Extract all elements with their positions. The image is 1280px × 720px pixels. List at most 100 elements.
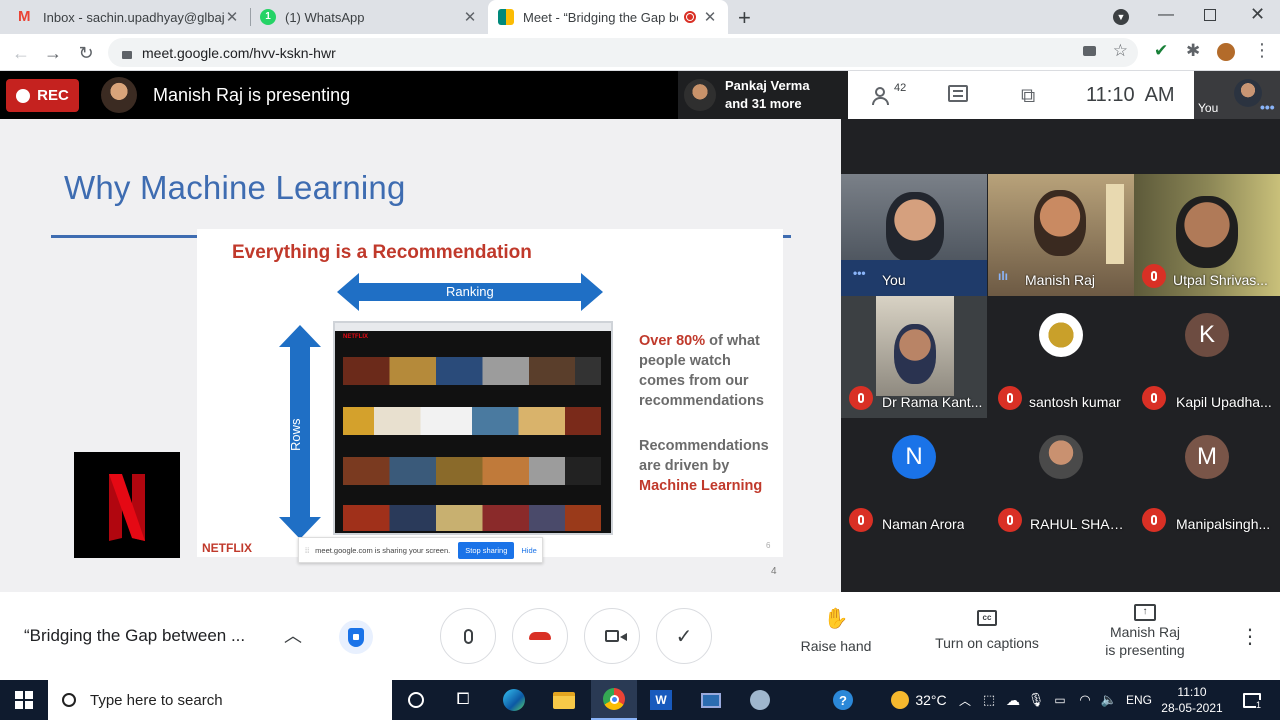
system-clock[interactable]: 11:10 28-05-2021 [1158,680,1226,720]
participant-video [886,192,944,262]
help-button[interactable]: ? [829,680,857,720]
embedded-slide: Everything is a Recommendation Ranking R… [197,229,783,557]
chevron-up-icon[interactable]: ︿ [284,622,302,648]
more-dots-icon[interactable]: ••• [853,266,866,280]
onedrive-icon[interactable]: ☁ [1002,680,1024,720]
tab-title: (1) WhatsApp [285,9,365,25]
participant-tile-utpal[interactable]: Utpal Shrivas... [1134,174,1280,296]
mic-tray-icon[interactable]: 🎙 [1028,680,1045,720]
presentation-button[interactable]: ↑ Manish Raj is presenting [1096,604,1194,659]
bookmark-star-icon[interactable]: ☆ [1113,41,1128,61]
extensions-puzzle-icon[interactable]: ✱ [1186,41,1200,61]
raise-hand-button[interactable]: ✋ Raise hand [797,608,875,654]
participant-tile-manish[interactable]: ılı Manish Raj [988,174,1134,296]
participant-name: santosh kumar [1029,394,1121,410]
participant-tile-santosh[interactable]: santosh kumar [988,296,1134,418]
microphone-button[interactable] [440,608,496,664]
captions-icon: cc [977,610,997,626]
tab-whatsapp[interactable]: 1 (1) WhatsApp ✕ [250,0,488,34]
reload-icon[interactable]: ↻ [73,40,99,66]
notification-count: 1 [1256,700,1262,710]
close-tab-icon[interactable]: ✕ [702,8,718,26]
slide-paragraph-2: Recommendations are driven by Machine Le… [639,436,779,496]
omnibox[interactable]: meet.google.com/hvv-kskn-hwr ☆ [108,38,1138,67]
tray-app-icon[interactable]: ⬚ [980,680,998,720]
edge-app[interactable] [494,680,534,720]
forward-icon[interactable]: → [40,40,66,66]
camera-blocked-icon[interactable] [1083,46,1096,56]
self-label: You [1198,101,1219,115]
more-options-icon[interactable]: ⋮ [1240,624,1260,649]
slide-paragraph-1: Over 80% of what people watch comes from… [639,331,779,411]
minimize-icon[interactable]: — [1158,6,1174,24]
volume-icon[interactable]: 🔈 [1098,680,1120,720]
taskbar-search-box[interactable]: Type here to search [48,680,392,720]
close-window-icon[interactable]: ✕ [1250,4,1265,25]
meeting-clock: 11:10 AM [1086,84,1175,106]
start-button[interactable] [0,680,48,720]
presenting-label: Manish Raj is presenting [153,85,351,105]
wifi-icon[interactable]: ◠ [1074,680,1096,720]
weather-widget[interactable]: 32°C [880,680,958,720]
participant-tile-naman[interactable]: N Naman Arora [841,418,987,540]
tab-search-icon[interactable]: ▼ [1113,9,1129,25]
show-hidden-icons[interactable]: ︿ [956,680,974,720]
stop-sharing-button[interactable]: Stop sharing [458,541,515,559]
close-tab-icon[interactable]: ✕ [224,8,240,26]
meet-window: REC Manish Raj is presenting ⬉ Pankaj Ve… [0,71,1280,680]
host-controls-button[interactable] [339,620,373,654]
task-view-button[interactable]: ⧠ [445,680,481,720]
participant-tile-manipalsingh[interactable]: M Manipalsingh... [1134,418,1280,540]
chat-icon[interactable] [948,85,968,102]
tab-meet[interactable]: Meet - “Bridging the Gap be ✕ [488,0,728,34]
app-icon [750,690,770,710]
drag-handle-icon[interactable]: ⁞⁞ [305,546,309,555]
rows-label: Rows [288,418,303,451]
profile-avatar[interactable] [1217,43,1235,61]
participant-tile-you[interactable]: ••• You [841,174,987,296]
language-indicator[interactable]: ENG [1124,680,1154,720]
new-tab-button[interactable]: + [738,5,751,31]
meeting-title[interactable]: “Bridging the Gap between ... [24,626,245,646]
word-app[interactable]: W [640,680,682,720]
close-tab-icon[interactable]: ✕ [462,8,478,26]
people-button[interactable]: 42 [872,82,906,107]
extension-action-button[interactable]: ✓ [656,608,712,664]
presenter-avatar [101,77,137,113]
restore-icon[interactable] [1204,9,1216,21]
chevron-up-icon: ︿ [958,693,971,708]
windows-logo-icon [15,691,33,709]
tab-gmail[interactable]: M Inbox - sachin.upadhyay@glbajaj ✕ [8,0,250,34]
url-text[interactable]: meet.google.com/hvv-kskn-hwr [142,45,336,61]
microphone-icon [463,628,473,644]
chrome-menu-icon[interactable]: ⋮ [1253,40,1271,61]
more-dots-icon[interactable]: ••• [1260,99,1275,115]
file-explorer-app[interactable] [543,680,585,720]
camera-button[interactable] [584,608,640,664]
pinned-app[interactable] [740,680,780,720]
recording-badge: REC [6,79,79,112]
extension-check-icon[interactable]: ✔ [1154,41,1168,61]
logo-avatar [1039,313,1083,357]
participant-name: Kapil Upadha... [1176,394,1272,410]
participant-tile-rahul[interactable]: RAHUL SHAR... [988,418,1134,540]
participant-tile-rama[interactable]: Dr Rama Kant... [841,296,987,418]
activities-icon[interactable]: ⧉ [1021,85,1035,108]
others-presence[interactable]: Pankaj Verma and 31 more [678,71,848,119]
leave-call-button[interactable] [512,608,568,664]
captions-button[interactable]: cc Turn on captions [928,608,1046,651]
rec-label: REC [37,87,69,104]
action-center-button[interactable]: 1 [1234,680,1270,720]
netflix-mini-logo: NETFLIX [343,334,368,340]
participant-tile-kapil[interactable]: K Kapil Upadha... [1134,296,1280,418]
cortana-button[interactable] [398,680,434,720]
stat-highlight: Over 80% [639,333,706,349]
remote-desktop-app[interactable] [690,680,732,720]
back-icon[interactable]: ← [8,40,34,66]
self-view-tile[interactable]: You ••• [1194,71,1280,119]
chrome-app[interactable] [591,680,637,720]
hide-button[interactable]: Hide [521,546,536,555]
battery-icon[interactable]: ▭ [1050,680,1070,720]
recording-dot-icon [684,11,696,23]
presenter-line2: is presenting [1105,642,1185,658]
